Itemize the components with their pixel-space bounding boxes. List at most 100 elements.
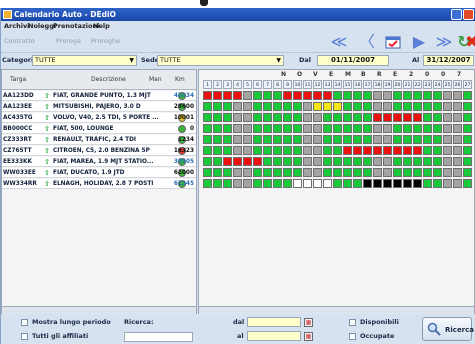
booking-cell[interactable] [303, 113, 312, 122]
booking-cell[interactable] [213, 113, 222, 122]
booking-cell[interactable] [413, 102, 422, 111]
previous-page-icon[interactable]: 〈 [356, 33, 378, 51]
booking-cell[interactable] [373, 124, 382, 133]
booking-cell[interactable] [203, 168, 212, 177]
booking-cell[interactable] [303, 146, 312, 155]
table-row[interactable]: AA123EE ⇧ MITSUBISHI, PAJERO, 3.0 D 28600 [2, 102, 196, 112]
booking-cell[interactable] [323, 102, 332, 111]
booking-cell[interactable] [313, 91, 322, 100]
booking-cell[interactable] [253, 135, 262, 144]
booking-cell[interactable] [363, 124, 372, 133]
booking-cell[interactable] [393, 135, 402, 144]
booking-cell[interactable] [353, 168, 362, 177]
booking-cell[interactable] [313, 146, 322, 155]
booking-cell[interactable] [323, 124, 332, 133]
booking-cell[interactable] [223, 113, 232, 122]
booking-cell[interactable] [263, 157, 272, 166]
proroghe-button[interactable]: Proroghe [91, 37, 120, 45]
booking-cell[interactable] [233, 168, 242, 177]
booking-cell[interactable] [213, 91, 222, 100]
booking-cell[interactable] [453, 179, 462, 188]
booking-cell[interactable] [293, 157, 302, 166]
booking-cell[interactable] [273, 179, 282, 188]
booking-cell[interactable] [263, 168, 272, 177]
booking-cell[interactable] [333, 157, 342, 166]
booking-cell[interactable] [213, 135, 222, 144]
booking-cell[interactable] [343, 157, 352, 166]
booking-cell[interactable] [343, 179, 352, 188]
booking-cell[interactable] [383, 146, 392, 155]
booking-cell[interactable] [423, 102, 432, 111]
booking-cell[interactable] [363, 157, 372, 166]
booking-cell[interactable] [283, 135, 292, 144]
booking-cell[interactable] [413, 135, 422, 144]
booking-cell[interactable] [353, 124, 362, 133]
menu-noleggi[interactable]: Noleggi [28, 21, 56, 31]
proroga-button[interactable]: Proroga [56, 37, 81, 45]
booking-cell[interactable] [283, 91, 292, 100]
booking-cell[interactable] [273, 102, 282, 111]
booking-cell[interactable] [313, 168, 322, 177]
booking-cell[interactable] [273, 168, 282, 177]
booking-cell[interactable] [303, 102, 312, 111]
booking-cell[interactable] [333, 135, 342, 144]
booking-cell[interactable] [433, 157, 442, 166]
first-page-icon[interactable]: ≪ [328, 33, 350, 51]
booking-cell[interactable] [383, 124, 392, 133]
booking-cell[interactable] [203, 135, 212, 144]
booking-cell[interactable] [463, 168, 472, 177]
booking-cell[interactable] [203, 146, 212, 155]
booking-cell[interactable] [223, 146, 232, 155]
booking-cell[interactable] [293, 91, 302, 100]
booking-cell[interactable] [283, 179, 292, 188]
booking-cell[interactable] [323, 91, 332, 100]
booking-cell[interactable] [433, 135, 442, 144]
booking-cell[interactable] [393, 124, 402, 133]
booking-cell[interactable] [433, 146, 442, 155]
booking-cell[interactable] [253, 179, 262, 188]
booking-cell[interactable] [273, 91, 282, 100]
booking-cell[interactable] [383, 102, 392, 111]
booking-cell[interactable] [243, 124, 252, 133]
booking-cell[interactable] [423, 135, 432, 144]
booking-cell[interactable] [393, 102, 402, 111]
booking-cell[interactable] [203, 113, 212, 122]
booking-cell[interactable] [423, 124, 432, 133]
booking-cell[interactable] [423, 168, 432, 177]
booking-cell[interactable] [373, 179, 382, 188]
booking-cell[interactable] [213, 179, 222, 188]
booking-cell[interactable] [253, 146, 262, 155]
booking-cell[interactable] [233, 113, 242, 122]
booking-cell[interactable] [253, 124, 262, 133]
booking-cell[interactable] [463, 146, 472, 155]
booking-cell[interactable] [333, 146, 342, 155]
minimize-button[interactable] [451, 9, 462, 20]
booking-cell[interactable] [223, 135, 232, 144]
booking-cell[interactable] [393, 179, 402, 188]
booking-cell[interactable] [463, 91, 472, 100]
booking-cell[interactable] [403, 146, 412, 155]
booking-cell[interactable] [403, 135, 412, 144]
booking-cell[interactable] [313, 157, 322, 166]
booking-cell[interactable] [463, 124, 472, 133]
booking-cell[interactable] [293, 179, 302, 188]
table-horizontal-scrollbar[interactable] [2, 306, 196, 314]
booking-cell[interactable] [363, 146, 372, 155]
booking-cell[interactable] [223, 157, 232, 166]
booking-cell[interactable] [393, 91, 402, 100]
booking-cell[interactable] [303, 124, 312, 133]
booking-cell[interactable] [373, 102, 382, 111]
close-button[interactable] [463, 9, 474, 20]
booking-cell[interactable] [333, 102, 342, 111]
booking-cell[interactable] [433, 124, 442, 133]
booking-cell[interactable] [233, 179, 242, 188]
booking-cell[interactable] [403, 168, 412, 177]
sede-select[interactable]: TUTTE ▼ [157, 55, 284, 66]
booking-cell[interactable] [443, 91, 452, 100]
booking-cell[interactable] [433, 168, 442, 177]
booking-cell[interactable] [323, 135, 332, 144]
booking-cell[interactable] [403, 179, 412, 188]
booking-cell[interactable] [453, 113, 462, 122]
booking-cell[interactable] [383, 135, 392, 144]
booking-cell[interactable] [223, 91, 232, 100]
